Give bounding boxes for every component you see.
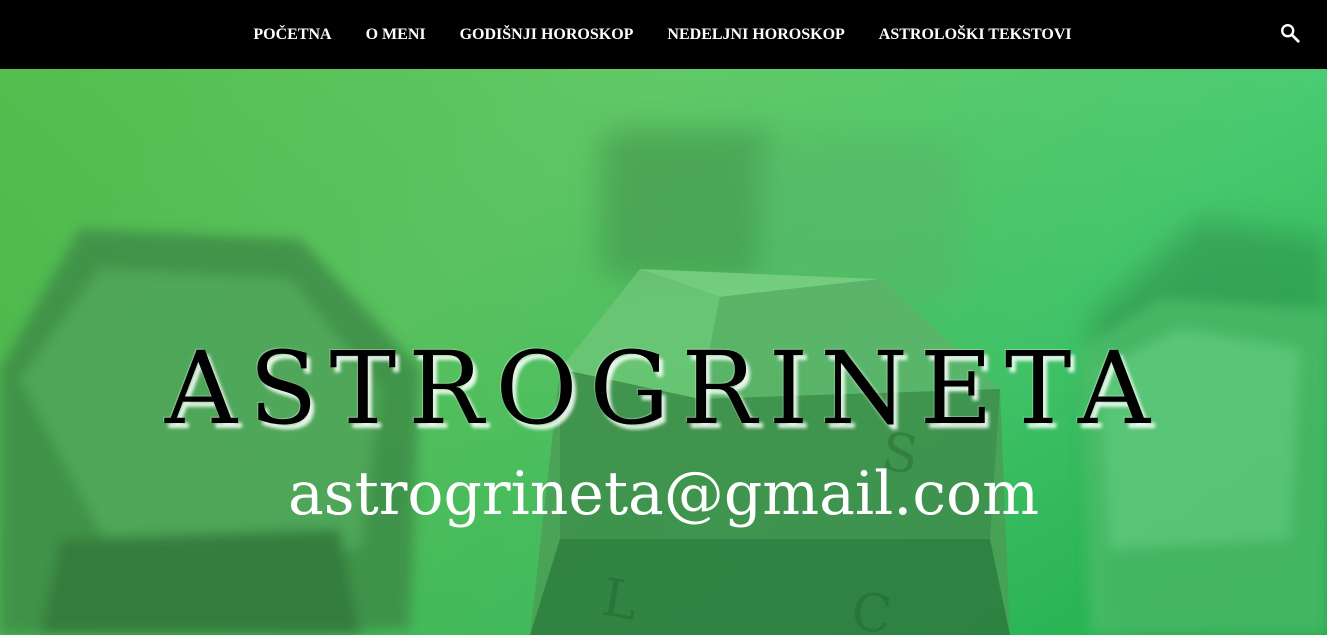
site-title[interactable]: ASTROGRINETA bbox=[0, 339, 1327, 439]
svg-text:C: C bbox=[849, 582, 895, 635]
hero-banner: S L C ASTROGRINETA astrogrineta@gmail.co… bbox=[0, 69, 1327, 635]
main-menu: POČETNA O MENI GODIŠNJI HOROSKOP NEDELJN… bbox=[0, 0, 1327, 69]
search-icon bbox=[1281, 24, 1300, 43]
nav-item-astroloski-tekstovi[interactable]: ASTROLOŠKI TEKSTOVI bbox=[879, 26, 1072, 44]
main-menu-items: POČETNA O MENI GODIŠNJI HOROSKOP NEDELJN… bbox=[236, 26, 1088, 44]
nav-item-godisnji-horoskop[interactable]: GODIŠNJI HOROSKOP bbox=[460, 26, 634, 44]
nav-item-pocetna[interactable]: POČETNA bbox=[253, 26, 331, 44]
nav-item-nedeljni-horoskop[interactable]: NEDELJNI HOROSKOP bbox=[667, 26, 844, 44]
search-button[interactable] bbox=[1279, 22, 1301, 44]
nav-item-o-meni[interactable]: O MENI bbox=[366, 26, 426, 44]
contact-email[interactable]: astrogrineta@gmail.com bbox=[0, 464, 1327, 524]
top-navigation-bar: POČETNA O MENI GODIŠNJI HOROSKOP NEDELJN… bbox=[0, 0, 1327, 69]
